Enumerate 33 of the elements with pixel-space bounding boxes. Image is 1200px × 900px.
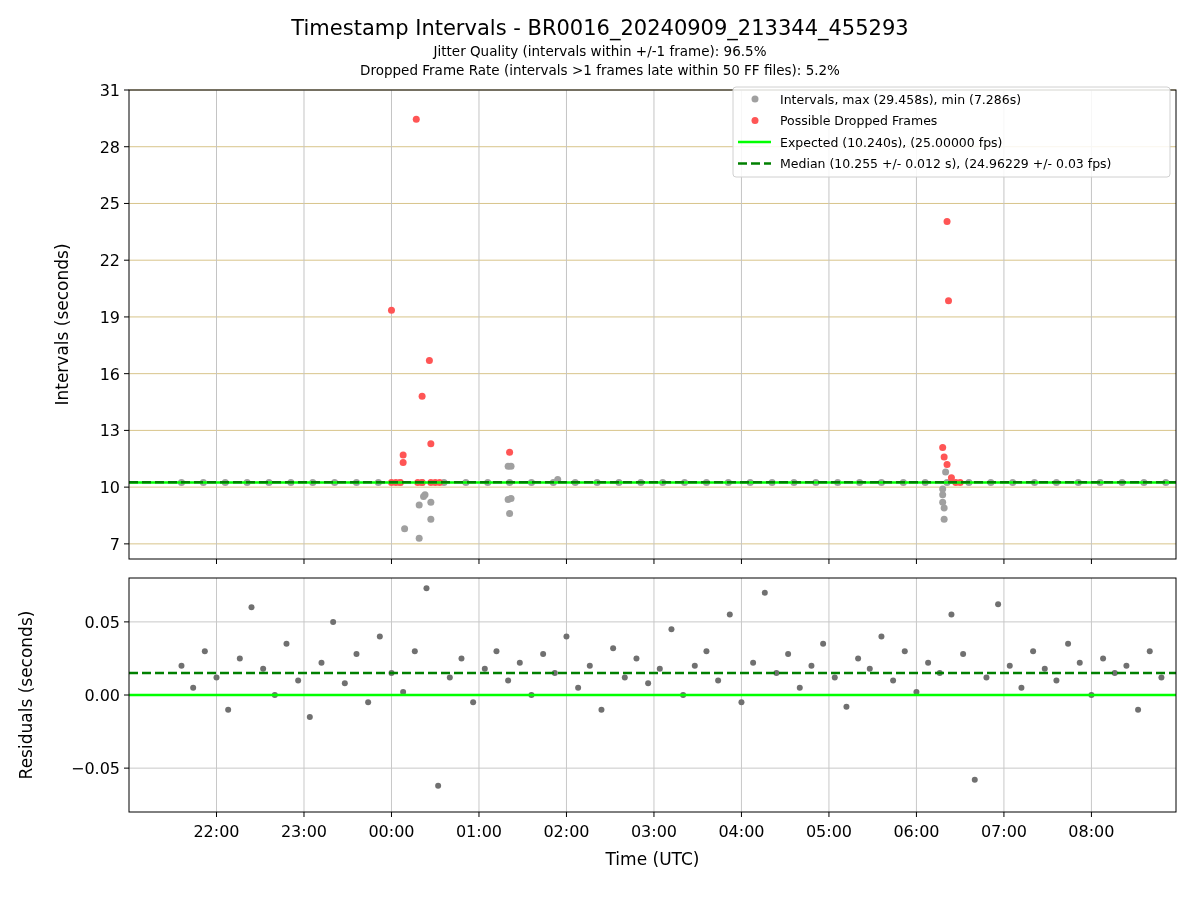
tick-label: 31 — [99, 81, 120, 100]
tick-label: 01:00 — [455, 822, 503, 841]
tick-label: 25 — [99, 194, 120, 214]
tick-label: 13 — [99, 421, 120, 441]
legend-label: Expected (10.240s), (25.00000 fps) — [780, 134, 1003, 150]
tick-label: 07:00 — [980, 822, 1027, 841]
tick-label: −0.05 — [70, 759, 120, 779]
tick-label: 16 — [99, 364, 120, 384]
legend-label: Intervals, max (29.458s), min (7.286s) — [780, 91, 1022, 107]
chart-subtitle: Dropped Frame Rate (intervals >1 frames late within 50 FF files): 5.2% — [360, 61, 840, 80]
tick-label: 22:00 — [193, 822, 240, 841]
tick-label: 0.00 — [84, 686, 120, 705]
tick-label: 22 — [99, 251, 120, 271]
tick-label: 02:00 — [543, 822, 590, 841]
tick-label: 00:00 — [368, 822, 415, 841]
tick-label: 0.05 — [84, 612, 120, 632]
tick-label: 28 — [99, 137, 120, 157]
axis-label: Residuals (seconds) — [16, 610, 36, 780]
axis-label: Intervals (seconds) — [52, 243, 72, 406]
tick-label: 06:00 — [893, 822, 940, 841]
chart-subtitle: Jitter Quality (intervals within +/-1 frame): 96.5% — [433, 42, 767, 61]
tick-label: 7 — [109, 534, 120, 554]
tick-label: 05:00 — [805, 822, 852, 841]
tick-label: 23:00 — [280, 822, 328, 841]
tick-label: 08:00 — [1068, 822, 1115, 841]
legend-label: Median (10.255 +/- 0.012 s), (24.96229 +/- 0.03 fps) — [780, 156, 1112, 171]
axis-label: Time (UTC) — [605, 849, 700, 869]
chart-title: Timestamp Intervals - BR0016_20240909_213344_455293 — [291, 15, 909, 42]
tick-label: 04:00 — [718, 822, 765, 841]
legend-label: Possible Dropped Frames — [780, 113, 938, 128]
tick-label: 19 — [99, 307, 120, 327]
tick-label: 10 — [99, 478, 120, 498]
tick-label: 03:00 — [630, 822, 677, 841]
